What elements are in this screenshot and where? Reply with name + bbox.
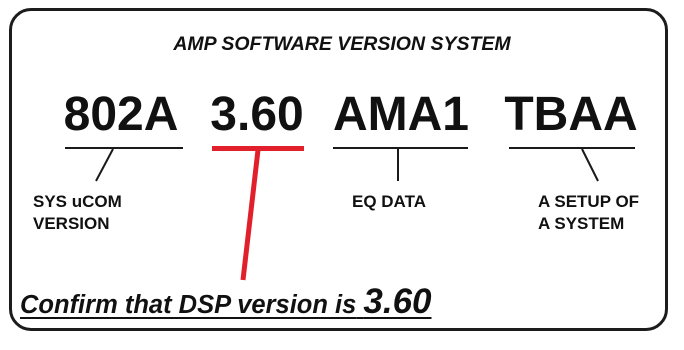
connector-sys-ucom	[95, 148, 114, 182]
label-setup-line2: A SYSTEM	[538, 214, 625, 233]
confirm-version: 3.60	[363, 282, 432, 321]
confirm-instruction: Confirm that DSP version is 3.60	[20, 282, 432, 322]
connector-setup	[581, 148, 599, 182]
label-setup-line1: A SETUP OF	[538, 192, 640, 211]
confirm-text: Confirm that DSP version is	[20, 291, 357, 319]
label-sys-ucom-line1: SYS uCOM	[33, 192, 122, 211]
label-setup: A SETUP OF A SYSTEM	[538, 191, 639, 235]
label-sys-ucom-line2: VERSION	[33, 214, 110, 233]
label-sys-ucom: SYS uCOM VERSION	[33, 191, 122, 235]
label-eq-data-line1: EQ DATA	[352, 192, 426, 211]
dsp-pointer-line	[240, 149, 261, 281]
label-eq-data: EQ DATA	[352, 191, 426, 213]
